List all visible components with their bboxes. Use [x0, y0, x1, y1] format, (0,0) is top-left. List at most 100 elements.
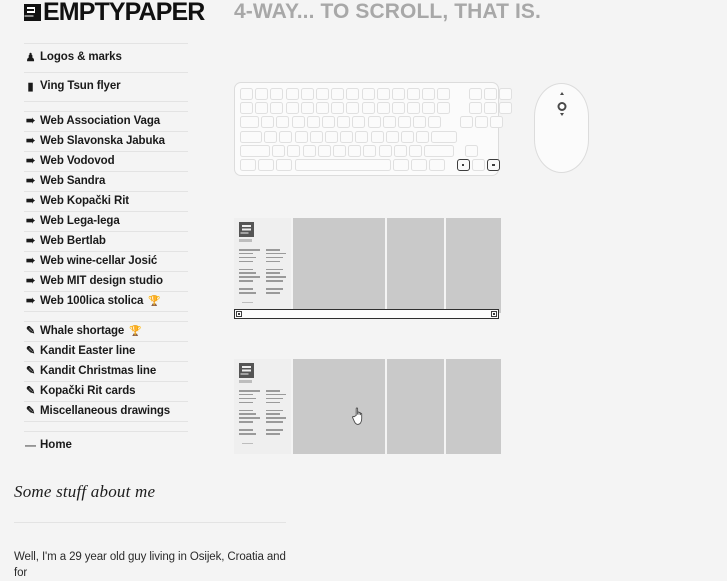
key[interactable]	[407, 102, 421, 115]
key[interactable]	[468, 102, 482, 115]
sidebar-item-web-sandra[interactable]: ➠ Web Sandra	[24, 172, 188, 192]
key[interactable]	[391, 102, 405, 115]
key[interactable]	[337, 116, 351, 129]
key[interactable]	[315, 102, 329, 115]
key[interactable]	[317, 144, 331, 157]
key[interactable]	[306, 116, 320, 129]
sidebar-item-kandit-easter-line[interactable]: ✎ Kandit Easter line	[24, 342, 188, 362]
sidebar-item-web-association-vaga[interactable]: ➠ Web Association Vaga	[24, 112, 188, 132]
sidebar-item-web-kopacki-rit[interactable]: ➠ Web Kopački Rit	[24, 192, 188, 212]
key[interactable]	[331, 102, 345, 115]
key[interactable]	[315, 88, 329, 100]
key-arrow-down[interactable]	[471, 158, 485, 171]
key[interactable]	[370, 130, 384, 143]
key-arrow-left-highlighted[interactable]	[456, 158, 470, 171]
gallery-panel[interactable]	[387, 218, 444, 313]
key[interactable]	[484, 88, 497, 100]
key[interactable]	[437, 88, 451, 100]
sidebar-item-web-100lica-stolica[interactable]: ➠ Web 100lica stolica 🏆	[24, 292, 188, 312]
key[interactable]	[499, 102, 513, 115]
key[interactable]	[285, 88, 299, 100]
key[interactable]	[276, 116, 290, 129]
key[interactable]	[376, 88, 390, 100]
sidebar-item-home[interactable]: — Home	[24, 432, 188, 460]
sidebar-item-web-wine-cellar-josic[interactable]: ➠ Web wine-cellar Josić	[24, 252, 188, 272]
key[interactable]	[484, 102, 497, 115]
key-ctrl-left[interactable]	[240, 158, 256, 171]
key[interactable]	[294, 130, 308, 143]
key-tab[interactable]	[240, 116, 259, 129]
key-alt-left[interactable]	[258, 158, 275, 171]
horizontal-scrollbar[interactable]	[234, 309, 499, 319]
key-arrow-up[interactable]	[465, 144, 479, 157]
key[interactable]	[346, 88, 360, 100]
key[interactable]	[302, 144, 316, 157]
key[interactable]	[408, 144, 422, 157]
key[interactable]	[300, 102, 314, 115]
key[interactable]	[272, 144, 286, 157]
key-alt-right[interactable]	[410, 158, 427, 171]
key[interactable]	[382, 116, 396, 129]
key[interactable]	[255, 88, 269, 100]
sidebar-item-whale-shortage[interactable]: ✎ Whale shortage 🏆	[24, 322, 188, 342]
key[interactable]	[376, 102, 390, 115]
key[interactable]	[416, 130, 430, 143]
key[interactable]	[499, 88, 513, 100]
key[interactable]	[270, 102, 284, 115]
key[interactable]	[346, 102, 360, 115]
key[interactable]	[400, 130, 414, 143]
key[interactable]	[332, 144, 346, 157]
key[interactable]	[393, 144, 407, 157]
key[interactable]	[385, 130, 399, 143]
key-shift-right[interactable]	[424, 144, 455, 157]
sidebar-item-kandit-christmas-line[interactable]: ✎ Kandit Christmas line	[24, 362, 188, 382]
key[interactable]	[300, 88, 314, 100]
key[interactable]	[422, 88, 436, 100]
key[interactable]	[285, 102, 299, 115]
key[interactable]	[407, 88, 421, 100]
gallery-panel[interactable]	[293, 218, 385, 313]
scroll-left-arrow-icon[interactable]	[236, 311, 242, 317]
key[interactable]	[355, 130, 369, 143]
sidebar-item-web-vodovod[interactable]: ➠ Web Vodovod	[24, 152, 188, 172]
key-enter[interactable]	[431, 130, 458, 143]
sidebar-item-ving-tsun-flyer[interactable]: ▮ Ving Tsun flyer	[24, 73, 188, 102]
key[interactable]	[270, 88, 284, 100]
key-backspace[interactable]	[437, 102, 451, 115]
key[interactable]	[459, 116, 473, 129]
key-capslock[interactable]	[240, 130, 262, 143]
key[interactable]	[413, 116, 427, 129]
key[interactable]	[240, 88, 253, 100]
key[interactable]	[240, 102, 253, 115]
key[interactable]	[321, 116, 335, 129]
key[interactable]	[391, 88, 405, 100]
key[interactable]	[468, 88, 482, 100]
key[interactable]	[255, 102, 269, 115]
gallery-panel[interactable]	[446, 218, 501, 313]
sidebar-item-logos-marks[interactable]: ♟ Logos & marks	[24, 44, 188, 73]
sidebar-item-web-mit-design-studio[interactable]: ➠ Web MIT design studio	[24, 272, 188, 292]
key[interactable]	[331, 88, 345, 100]
key[interactable]	[428, 116, 442, 129]
sidebar-item-kopacki-rit-cards[interactable]: ✎ Kopački Rit cards	[24, 382, 188, 402]
key[interactable]	[490, 116, 503, 129]
site-thumbnail-panel[interactable]	[234, 359, 291, 454]
key-shift-left[interactable]	[240, 144, 270, 157]
scroll-right-arrow-icon[interactable]	[491, 311, 497, 317]
key[interactable]	[352, 116, 366, 129]
gallery-panel[interactable]	[446, 359, 501, 454]
sidebar-item-web-slavonska-jabuka[interactable]: ➠ Web Slavonska Jabuka	[24, 132, 188, 152]
key[interactable]	[287, 144, 301, 157]
gallery-panel[interactable]	[293, 359, 385, 454]
key-cmd-left[interactable]	[276, 158, 293, 171]
site-brand[interactable]: EMPTYPAPER	[0, 0, 212, 27]
key[interactable]	[348, 144, 362, 157]
key[interactable]	[378, 144, 392, 157]
key[interactable]	[397, 116, 411, 129]
key-arrow-right-highlighted[interactable]	[486, 158, 500, 171]
scroll-ball-icon[interactable]	[557, 102, 566, 111]
key[interactable]	[340, 130, 354, 143]
key[interactable]	[324, 130, 338, 143]
gallery-panel[interactable]	[387, 359, 444, 454]
key[interactable]	[279, 130, 293, 143]
